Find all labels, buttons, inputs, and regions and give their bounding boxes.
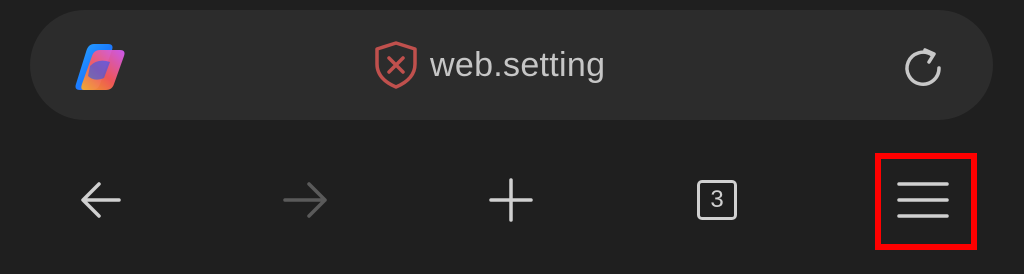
url-text[interactable]: web.setting bbox=[430, 46, 605, 85]
forward-arrow-icon bbox=[283, 182, 327, 218]
browser-chrome: web.setting 3 bbox=[0, 0, 1024, 274]
url-display[interactable]: web.setting bbox=[372, 10, 605, 120]
back-button[interactable] bbox=[71, 170, 131, 230]
address-bar[interactable]: web.setting bbox=[30, 10, 993, 120]
back-arrow-icon bbox=[81, 182, 121, 218]
forward-button[interactable] bbox=[276, 170, 336, 230]
reload-icon[interactable] bbox=[898, 43, 948, 93]
new-tab-button[interactable] bbox=[481, 170, 541, 230]
plus-icon bbox=[489, 178, 533, 222]
tab-count-badge: 3 bbox=[697, 180, 737, 220]
copilot-icon[interactable] bbox=[70, 40, 130, 94]
shield-x-icon[interactable] bbox=[372, 40, 420, 90]
tabs-button[interactable]: 3 bbox=[687, 170, 747, 230]
menu-highlight-box bbox=[875, 153, 977, 250]
bottom-toolbar: 3 bbox=[0, 140, 1024, 260]
tab-count: 3 bbox=[710, 186, 724, 213]
